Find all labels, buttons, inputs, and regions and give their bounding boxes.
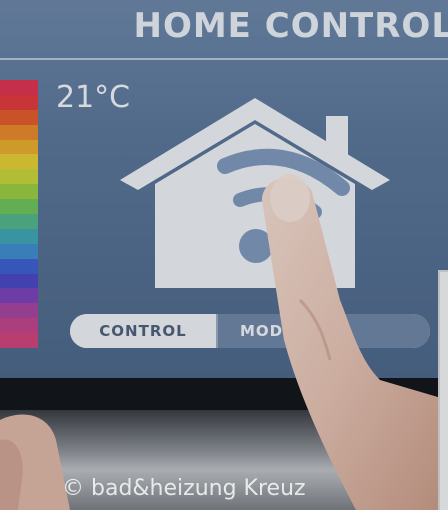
pointing-hand [0, 174, 448, 510]
photo-scene: HOME CONTROL 21°C CONTROL MODE © bad&hei… [0, 0, 448, 510]
white-panel-overlay [438, 270, 448, 510]
copyright-watermark: © bad&heizung Kreuz [62, 476, 306, 501]
